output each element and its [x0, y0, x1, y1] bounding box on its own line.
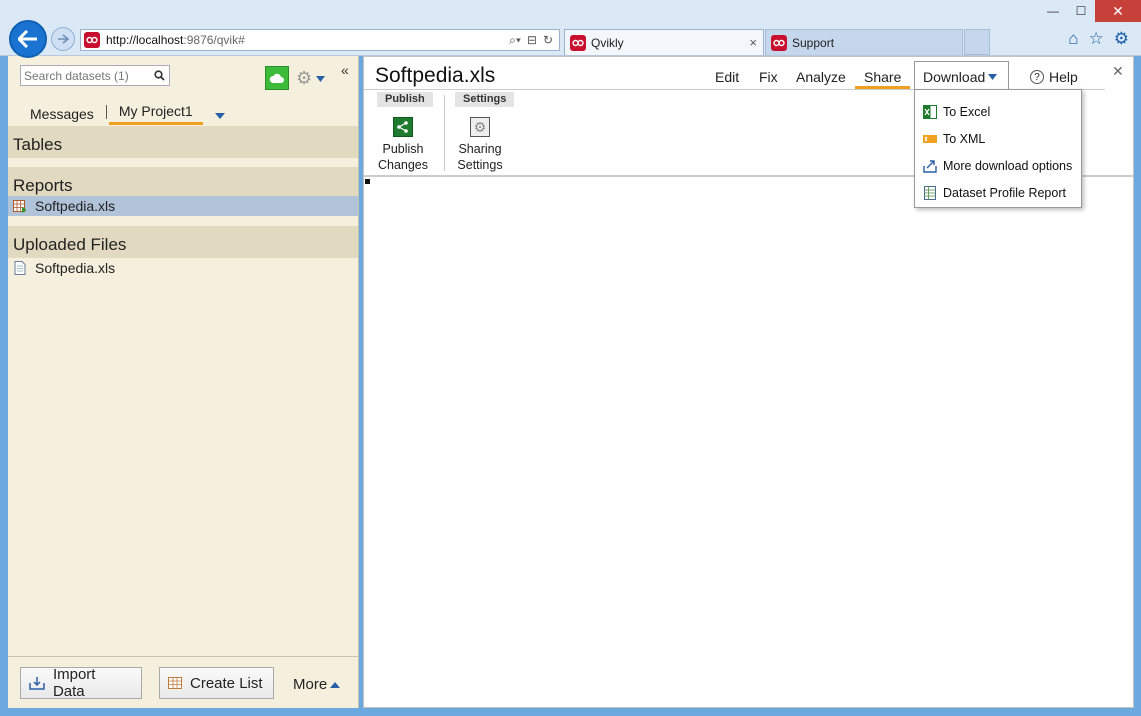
share-icon: [393, 117, 413, 137]
tab-my-project[interactable]: My Project1: [108, 103, 203, 125]
xml-icon: [923, 134, 937, 143]
url-text: http://localhost:9876/qvik#: [106, 33, 245, 47]
report-item-label: Softpedia.xls: [35, 198, 116, 214]
site-logo-icon: [771, 34, 787, 51]
menu-edit[interactable]: Edit: [715, 69, 739, 85]
section-reports-heading: Reports: [8, 167, 358, 199]
import-icon: [29, 677, 45, 690]
menu-item-label: To XML: [943, 131, 986, 146]
search-icon[interactable]: ⌕▾: [509, 33, 521, 48]
back-button[interactable]: [9, 20, 47, 58]
menu-item-label: More download options: [943, 158, 1073, 173]
download-to-excel[interactable]: To Excel: [915, 98, 1081, 125]
browser-toolbar-icons: ⌂ ☆ ⚙: [1068, 29, 1129, 49]
site-logo-icon: [84, 32, 100, 48]
uploaded-file-label: Softpedia.xls: [35, 260, 116, 276]
create-list-label: Create List: [190, 674, 263, 692]
resize-handle[interactable]: [365, 179, 370, 184]
tab-messages[interactable]: Messages: [20, 106, 104, 125]
menu-item-label: To Excel: [943, 104, 991, 119]
compat-view-icon[interactable]: ⊟: [527, 33, 537, 48]
more-download-options[interactable]: More download options: [915, 152, 1081, 179]
search-icon[interactable]: [154, 70, 165, 81]
help-icon: ?: [1030, 70, 1044, 84]
report-table-icon: [13, 200, 27, 213]
chevron-down-icon: [316, 75, 326, 82]
publish-line-2: Changes: [377, 158, 429, 172]
document-icon: [14, 261, 26, 275]
cloud-sync-button[interactable]: [265, 66, 289, 90]
window-close-icon[interactable]: ✕: [1095, 0, 1141, 22]
sidebar: Search datasets (1) ⚙ « Messages My Proj…: [8, 56, 359, 708]
chevron-up-icon: [330, 681, 341, 688]
menu-share[interactable]: Share: [855, 69, 911, 89]
tab-label: Support: [792, 35, 835, 50]
minimize-icon[interactable]: —: [1039, 0, 1067, 22]
settings-gear-icon[interactable]: ⚙: [1114, 29, 1129, 49]
refresh-icon[interactable]: ↻: [543, 33, 553, 48]
close-panel-icon[interactable]: ✕: [1112, 63, 1124, 80]
maximize-icon[interactable]: ☐: [1067, 0, 1095, 22]
report-item[interactable]: Softpedia.xls: [8, 196, 358, 216]
forward-button[interactable]: [51, 27, 75, 51]
tab-close-icon[interactable]: ×: [749, 35, 757, 50]
page-title: Softpedia.xls: [375, 64, 496, 87]
section-tables-heading: Tables: [8, 126, 358, 158]
help-button[interactable]: ? Help: [1030, 69, 1078, 85]
publish-changes-button[interactable]: Publish Changes: [368, 117, 438, 173]
menu-fix[interactable]: Fix: [759, 69, 778, 85]
excel-icon: [923, 104, 937, 119]
create-list-button[interactable]: Create List: [159, 667, 274, 699]
more-button[interactable]: More: [293, 676, 341, 693]
more-label: More: [293, 676, 328, 693]
gear-icon: ⚙: [296, 68, 313, 88]
table-icon: [168, 677, 182, 689]
favorites-star-icon[interactable]: ☆: [1089, 29, 1104, 49]
uploaded-file-item[interactable]: Softpedia.xls: [8, 258, 358, 278]
project-dropdown-icon[interactable]: [214, 113, 225, 119]
download-label: Download: [923, 68, 986, 85]
window-controls: — ☐ ✕: [1039, 0, 1141, 22]
sidebar-bottom-bar: Import Data Create List More: [8, 656, 358, 708]
arrow-left-icon: [18, 30, 37, 48]
download-dropdown-menu: To Excel To XML More download options Da…: [914, 89, 1082, 208]
arrow-right-icon: [58, 34, 69, 44]
report-grid-icon: [924, 185, 936, 200]
group-settings-label: Settings: [455, 92, 515, 107]
sharing-settings-button[interactable]: ⚙ Sharing Settings: [445, 117, 515, 173]
export-icon: [923, 159, 937, 173]
home-icon[interactable]: ⌂: [1068, 29, 1078, 49]
menu-analyze[interactable]: Analyze: [796, 69, 846, 85]
site-logo-icon: [570, 34, 586, 51]
import-data-label: Import Data: [52, 666, 96, 700]
import-data-button[interactable]: Import Data: [20, 666, 142, 700]
gear-icon: ⚙: [470, 117, 490, 137]
menu-item-label: Dataset Profile Report: [943, 185, 1066, 200]
chevron-down-icon: [988, 73, 998, 80]
download-to-xml[interactable]: To XML: [915, 125, 1081, 152]
address-bar[interactable]: http://localhost:9876/qvik# ⌕▾ ⊟ ↻: [80, 29, 560, 51]
help-label: Help: [1049, 69, 1078, 85]
search-placeholder: Search datasets (1): [24, 68, 129, 83]
menu-download[interactable]: Download: [914, 61, 1009, 91]
cloud-icon: [269, 73, 284, 83]
publish-line-1: Publish: [382, 142, 424, 156]
tab-label: Qvikly: [591, 35, 624, 50]
section-uploaded-heading: Uploaded Files: [8, 226, 358, 258]
tab-divider: [105, 105, 107, 119]
collapse-sidebar-button[interactable]: «: [341, 62, 349, 78]
new-tab-button[interactable]: [964, 29, 990, 55]
settings-menu-button[interactable]: ⚙: [296, 68, 326, 89]
dataset-profile-report[interactable]: Dataset Profile Report: [915, 179, 1081, 206]
search-datasets-input[interactable]: Search datasets (1): [20, 65, 170, 86]
sharing-line-2: Settings: [457, 158, 503, 172]
sharing-line-1: Sharing: [458, 142, 502, 156]
group-publish-label: Publish: [377, 92, 433, 107]
browser-chrome: http://localhost:9876/qvik# ⌕▾ ⊟ ↻ Qvikl…: [0, 0, 1141, 58]
tab-qvikly[interactable]: Qvikly ×: [564, 29, 764, 55]
project-tabs: Messages My Project1: [8, 101, 359, 125]
tab-support[interactable]: Support: [765, 29, 963, 55]
